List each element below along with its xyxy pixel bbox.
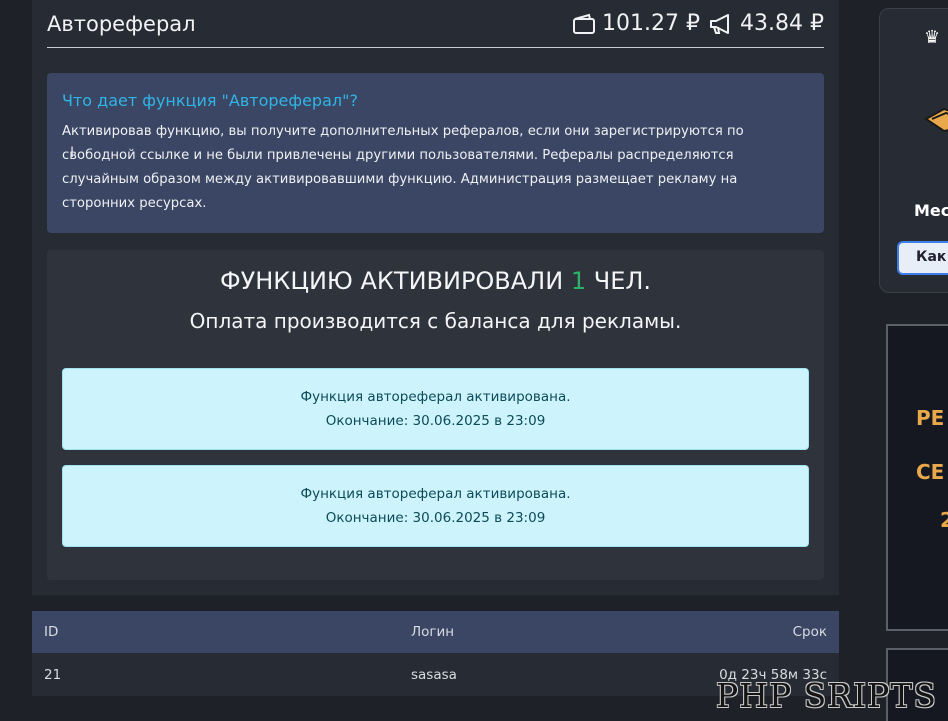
sidebar-card-label: Мес: [914, 201, 948, 220]
count-prefix: ФУНКЦИЮ АКТИВИРОВАЛИ: [219, 267, 564, 295]
ads-balance[interactable]: 43.84 ₽: [708, 11, 824, 36]
wallet-balance-value: 101.27 ₽: [602, 11, 701, 36]
notice-end-date: Окончание: 30.06.2025 в 23:09: [325, 510, 546, 526]
wallet-balance[interactable]: 101.27 ₽: [572, 11, 700, 36]
gold-bars-icon: [924, 107, 948, 133]
banner-line: РЕ: [916, 406, 945, 430]
banner-line: 2: [940, 508, 948, 532]
activation-notice: Функция автореферал активирована. Оконча…: [62, 368, 809, 450]
autoreferral-panel: Автореферал 101.27 ₽ 43.84 ₽ Что дает фу…: [32, 0, 839, 595]
watermark: PHP SRIPTS: [716, 676, 937, 715]
sidebar-banner[interactable]: РЕ СЕ 2: [886, 324, 948, 631]
table-header: ID Логин Срок: [32, 611, 839, 653]
sidebar-card: ♛ Мес Как: [879, 8, 948, 293]
activation-count-heading: ФУНКЦИЮ АКТИВИРОВАЛИ 1 ЧЕЛ.: [47, 267, 824, 295]
notice-end-date: Окончание: 30.06.2025 в 23:09: [325, 413, 546, 429]
notice-status: Функция автореферал активирована.: [300, 389, 571, 405]
column-term: Срок: [792, 624, 827, 640]
column-login: Логин: [411, 624, 455, 640]
notice-status: Функция автореферал активирована.: [300, 486, 571, 502]
activation-count: 1: [570, 267, 587, 295]
cell-login[interactable]: sasasa: [322, 667, 612, 683]
count-suffix: ЧЕЛ.: [593, 267, 652, 295]
column-id: ID: [44, 624, 59, 640]
info-text: Активировав функцию, вы получите дополни…: [62, 124, 744, 211]
info-title: Что дает функция "Автореферал"?: [62, 91, 358, 110]
wallet-icon: [572, 13, 596, 35]
page-title: Автореферал: [47, 11, 196, 36]
banner-line: СЕ: [916, 460, 945, 484]
megaphone-icon: [708, 13, 734, 35]
activation-notice: Функция автореферал активирована. Оконча…: [62, 465, 809, 547]
balances: 101.27 ₽ 43.84 ₽: [572, 11, 824, 36]
cell-id: 21: [44, 666, 62, 683]
sidebar-card-button[interactable]: Как: [897, 241, 948, 275]
activation-stats: ФУНКЦИЮ АКТИВИРОВАЛИ 1 ЧЕЛ. Оплата произ…: [47, 250, 824, 580]
crown-icon: ♛: [924, 27, 941, 48]
payment-note: Оплата производится с баланса для реклам…: [189, 309, 682, 333]
text-cursor-icon: I: [70, 145, 75, 161]
ads-balance-value: 43.84 ₽: [740, 11, 824, 36]
panel-header: Автореферал 101.27 ₽ 43.84 ₽: [47, 0, 824, 48]
info-box: Что дает функция "Автореферал"? Активиро…: [47, 73, 824, 233]
